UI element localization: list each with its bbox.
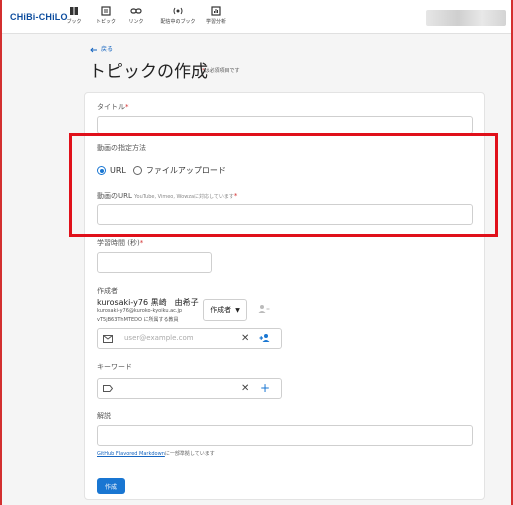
user-account-area[interactable] <box>426 10 506 26</box>
keyword-label: キーワード <box>97 363 132 371</box>
add-icon[interactable]: + <box>260 382 270 394</box>
author-label: 作成者 <box>97 287 118 295</box>
video-method-label: 動画の指定方法 <box>97 144 146 152</box>
video-method-radio-group: URL ファイルアップロード <box>97 165 226 176</box>
add-person-icon[interactable] <box>259 333 271 343</box>
clear-icon[interactable]: ✕ <box>241 334 249 344</box>
title-input[interactable] <box>97 116 473 134</box>
analytics-icon <box>211 6 221 16</box>
page: CHiBi-CHiLO ブック トピック リンク 配信中のブック 学習分析 戻る… <box>0 0 513 505</box>
book-icon <box>70 7 78 15</box>
author-org: vT5jB63ThMTEDO に所属する教員 <box>97 317 179 323</box>
markdown-note-text: に一部準拠しています <box>164 451 215 457</box>
video-url-label: 動画のURL YouTube, Vimeo, Wowzaに対応しています* <box>97 191 237 201</box>
description-label: 解説 <box>97 412 111 420</box>
chevron-down-icon: ▼ <box>235 306 240 314</box>
required-mark: * <box>139 239 144 247</box>
tag-icon <box>103 385 113 392</box>
title-label: タイトル* <box>97 102 129 112</box>
nav-item-analytics[interactable]: 学習分析 <box>196 6 236 25</box>
required-note-text: は必須項目です <box>204 68 240 74</box>
required-mark: * <box>125 103 129 111</box>
coauthor-email-placeholder: user@example.com <box>124 334 194 342</box>
nav-label: 学習分析 <box>205 19 226 25</box>
top-bar: CHiBi-CHiLO ブック トピック リンク 配信中のブック 学習分析 <box>2 0 511 34</box>
topic-icon <box>101 6 111 16</box>
keyword-input[interactable] <box>97 378 282 399</box>
required-mark: * <box>233 192 238 200</box>
duration-label: 学習時間 (秒)* <box>97 238 143 248</box>
author-role-select[interactable]: 作成者 ▼ <box>203 299 247 321</box>
arrow-left-icon <box>90 47 97 52</box>
video-url-hint: YouTube, Vimeo, Wowzaに対応しています <box>134 194 234 200</box>
description-input[interactable] <box>97 425 473 446</box>
required-note: *は必須項目です <box>202 67 240 74</box>
nav-item-link[interactable]: リンク <box>116 6 156 25</box>
duration-label-text: 学習時間 (秒) <box>97 239 140 247</box>
clear-icon[interactable]: ✕ <box>241 384 249 394</box>
page-title: トピックの作成 <box>89 62 208 82</box>
nav-label: ブック <box>66 19 82 25</box>
radio-url-label[interactable]: URL <box>110 166 126 175</box>
author-role-value: 作成者 <box>210 306 232 314</box>
back-link[interactable]: 戻る <box>90 44 113 53</box>
radio-file-upload-label[interactable]: ファイルアップロード <box>146 165 226 176</box>
duration-input[interactable] <box>97 252 212 273</box>
video-url-label-text: 動画のURL <box>97 192 132 200</box>
author-email: kurosaki-y76@kuroko-kyoiku.ac.jp <box>97 308 183 314</box>
markdown-link[interactable]: GitHub Flavored Markdown <box>97 451 165 457</box>
mail-icon <box>103 335 113 343</box>
create-button[interactable]: 作成 <box>97 478 125 494</box>
author-name: kurosaki-y76 黒崎 由希子 <box>97 298 199 307</box>
video-url-input[interactable] <box>97 204 473 225</box>
title-label-text: タイトル <box>97 103 125 111</box>
nav-label: 配信中のブック <box>160 19 196 25</box>
radio-url[interactable] <box>97 166 106 175</box>
link-icon <box>130 8 142 14</box>
nav-label: トピック <box>95 19 116 25</box>
markdown-note: GitHub Flavored Markdownに一部準拠しています <box>97 450 215 457</box>
broadcast-icon <box>173 7 183 15</box>
remove-person-icon[interactable] <box>258 304 270 314</box>
back-label: 戻る <box>101 46 114 53</box>
radio-file-upload[interactable] <box>132 166 142 175</box>
nav-label: リンク <box>128 19 144 25</box>
